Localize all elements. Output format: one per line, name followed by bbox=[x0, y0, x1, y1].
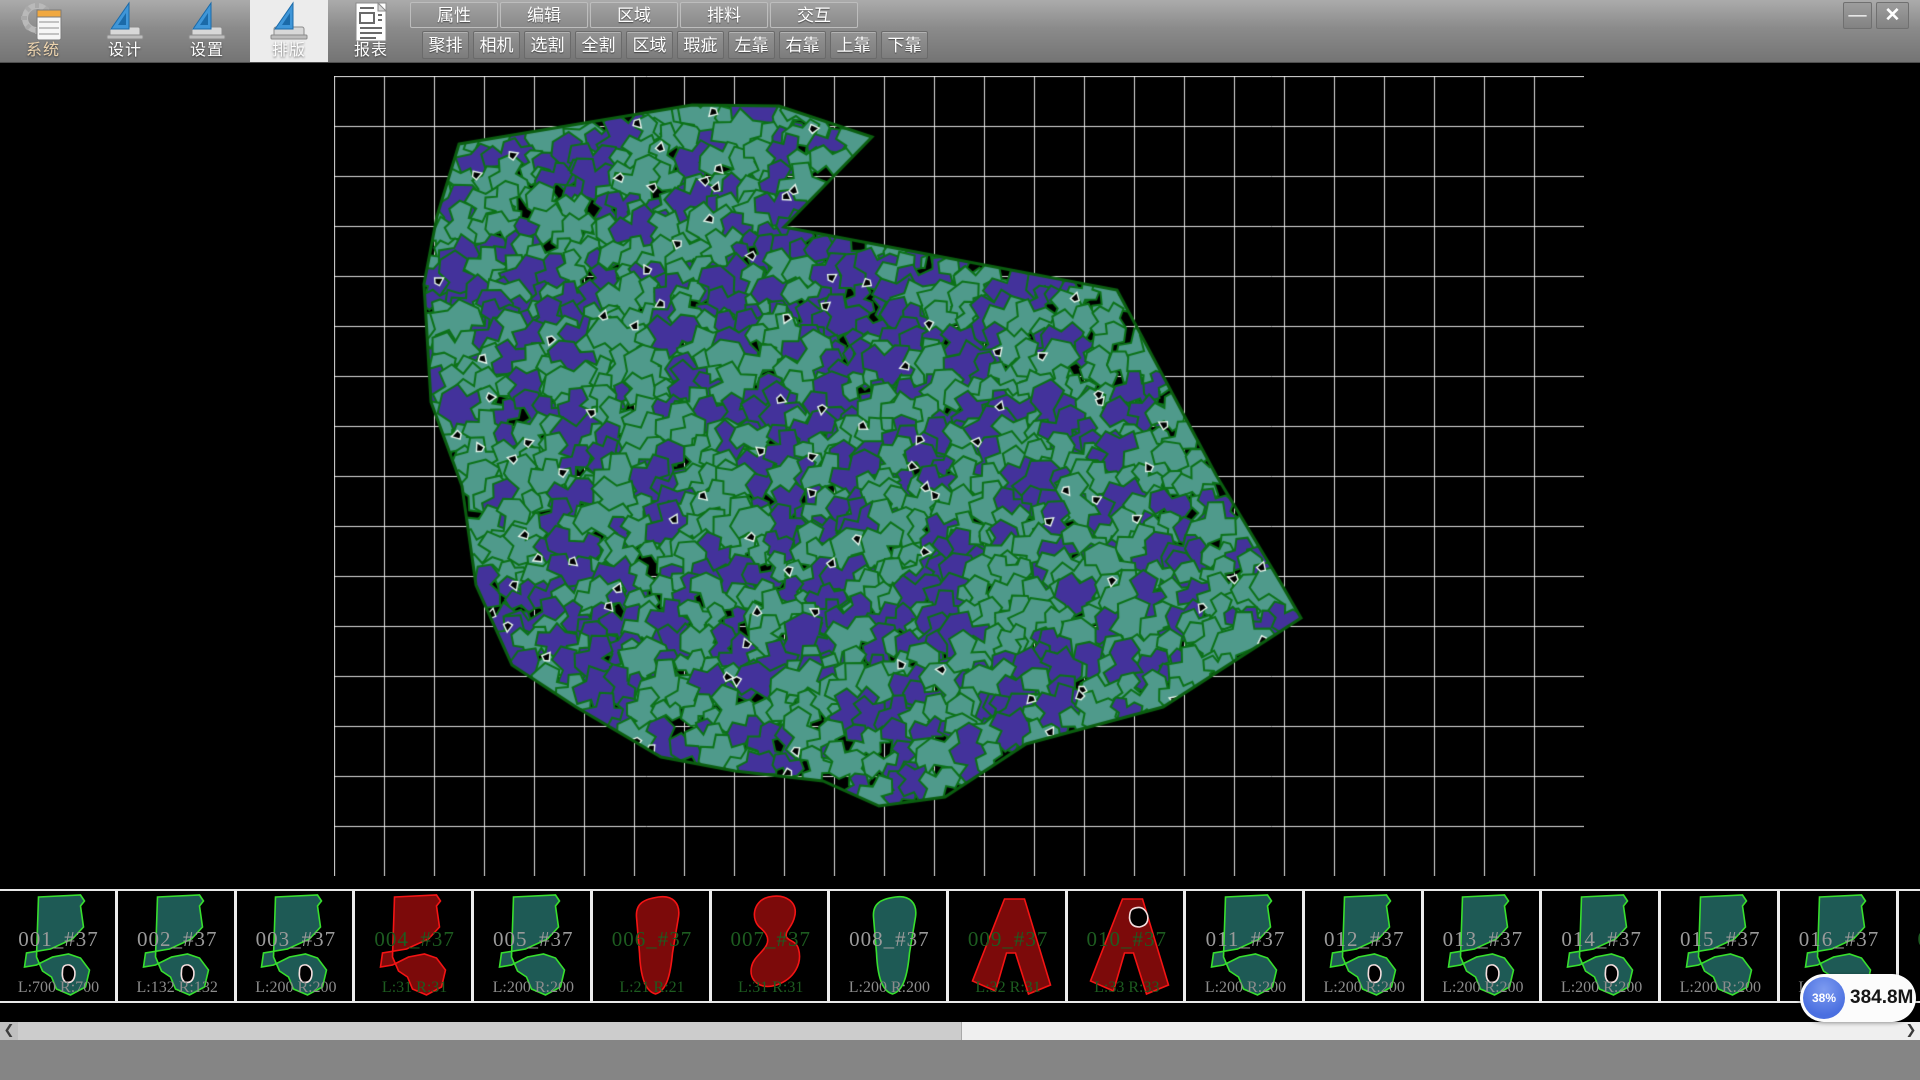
scroll-left-arrow-icon[interactable]: ❮ bbox=[0, 1022, 18, 1040]
menu-tab-bar: 属性编辑区域排料交互 bbox=[410, 2, 860, 30]
menu-tab-interact[interactable]: 交互 bbox=[770, 2, 858, 28]
piece-label: 009_#37 bbox=[952, 927, 1065, 952]
piece-lr-count: L:31 R:31 bbox=[714, 979, 827, 997]
piece-lr-count: L:32 R:31 bbox=[952, 979, 1065, 997]
report-button-label: 报表 bbox=[332, 36, 410, 60]
piece-lr-count: L:200 R:200 bbox=[477, 979, 590, 997]
piece-lr-count: L:200 R:200 bbox=[1308, 979, 1421, 997]
design-button-label: 设计 bbox=[86, 36, 164, 60]
menu-tab-edit[interactable]: 编辑 bbox=[500, 2, 588, 28]
piece-lr-count: L:200 R:200 bbox=[833, 979, 946, 997]
piece-thumbnail-002_#37[interactable]: 002_#37 L:132 R:132 bbox=[121, 891, 237, 1001]
piece-thumbnail-005_#37[interactable]: 005_#37 L:200 R:200 bbox=[477, 891, 593, 1001]
action-button-select-cut[interactable]: 选割 bbox=[524, 31, 571, 59]
application-window: 系统设计设置排版报表 属性编辑区域排料交互 聚排相机选割全割区域瑕疵左靠右靠上靠… bbox=[0, 0, 1920, 1080]
piece-thumbnail-003_#37[interactable]: 003_#37 L:200 R:200 bbox=[239, 891, 355, 1001]
piece-thumbnail-001_#37[interactable]: 001_#37 L:700 R:700 bbox=[2, 891, 118, 1001]
action-button-region[interactable]: 区域 bbox=[626, 31, 673, 59]
piece-label: 008_#37 bbox=[833, 927, 946, 952]
piece-label: 010_#37 bbox=[1070, 927, 1183, 952]
piece-thumbnail-011_#37[interactable]: 011_#37 L:200 R:200 bbox=[1189, 891, 1305, 1001]
piece-thumbnail-014_#37[interactable]: 014_#37 L:200 R:200 bbox=[1545, 891, 1661, 1001]
settings-button-label: 设置 bbox=[168, 36, 246, 60]
piece-label: 001_#37 bbox=[2, 927, 115, 952]
bottom-bar bbox=[0, 1040, 1920, 1080]
piece-thumbnail-007_#37[interactable]: 007_#37 L:31 R:31 bbox=[714, 891, 830, 1001]
piece-thumbnail-010_#37[interactable]: 010_#37 L:33 R:33 bbox=[1070, 891, 1186, 1001]
piece-lr-count: L:200 R:200 bbox=[1426, 979, 1539, 997]
piece-label: 011_#37 bbox=[1189, 927, 1302, 952]
action-button-align-left[interactable]: 左靠 bbox=[728, 31, 775, 59]
piece-thumbnail-008_#37[interactable]: 008_#37 L:200 R:200 bbox=[833, 891, 949, 1001]
layout-button[interactable]: 排版 bbox=[250, 0, 328, 62]
system-button[interactable]: 系统 bbox=[4, 0, 82, 62]
action-button-align-bottom[interactable]: 下靠 bbox=[881, 31, 928, 59]
piece-lr-count: L:132 R:132 bbox=[121, 979, 234, 997]
piece-label: 017_#37 bbox=[1901, 927, 1920, 952]
piece-lr-count: L:200 R:200 bbox=[1189, 979, 1302, 997]
piece-label: 016_#37 bbox=[1783, 927, 1896, 952]
piece-lr-count: L:33 R:33 bbox=[1070, 979, 1183, 997]
piece-label: 012_#37 bbox=[1308, 927, 1421, 952]
piece-label: 015_#37 bbox=[1664, 927, 1777, 952]
piece-label: 005_#37 bbox=[477, 927, 590, 952]
action-button-camera[interactable]: 相机 bbox=[473, 31, 520, 59]
piece-label: 007_#37 bbox=[714, 927, 827, 952]
design-button[interactable]: 设计 bbox=[86, 0, 164, 62]
close-button[interactable]: ✕ bbox=[1876, 2, 1909, 29]
piece-thumbnail-strip: 001_#37 L:700 R:700 002_#37 L:132 R:132 003_… bbox=[0, 889, 1920, 1003]
action-button-align-right[interactable]: 右靠 bbox=[779, 31, 826, 59]
action-button-defect[interactable]: 瑕疵 bbox=[677, 31, 724, 59]
piece-label: 006_#37 bbox=[596, 927, 709, 952]
piece-label: 004_#37 bbox=[358, 927, 471, 952]
settings-button[interactable]: 设置 bbox=[168, 0, 246, 62]
action-button-align-top[interactable]: 上靠 bbox=[830, 31, 877, 59]
piece-lr-count: L:21 R:21 bbox=[596, 979, 709, 997]
piece-label: 014_#37 bbox=[1545, 927, 1658, 952]
minimize-button[interactable]: — bbox=[1843, 2, 1872, 29]
menu-tab-region[interactable]: 区域 bbox=[590, 2, 678, 28]
piece-label: 002_#37 bbox=[121, 927, 234, 952]
scroll-right-arrow-icon[interactable]: ❯ bbox=[1902, 1022, 1920, 1040]
menu-tab-properties[interactable]: 属性 bbox=[410, 2, 498, 28]
piece-lr-count: L:200 R:200 bbox=[1664, 979, 1777, 997]
action-button-cut-all[interactable]: 全割 bbox=[575, 31, 622, 59]
action-button-cluster-nest[interactable]: 聚排 bbox=[422, 31, 469, 59]
piece-lr-count: L:200 R:200 bbox=[1545, 979, 1658, 997]
piece-label: 003_#37 bbox=[239, 927, 352, 952]
horizontal-scrollbar[interactable]: ❮ ❯ bbox=[0, 1022, 1920, 1040]
piece-lr-count: L:700 R:700 bbox=[2, 979, 115, 997]
layout-button-label: 排版 bbox=[250, 36, 328, 60]
piece-label: 013_#37 bbox=[1426, 927, 1539, 952]
piece-lr-count: L:200 R:200 bbox=[239, 979, 352, 997]
progress-percent-badge: 38% bbox=[1803, 977, 1845, 1019]
piece-thumbnail-004_#37[interactable]: 004_#37 L:31 R:31 bbox=[358, 891, 474, 1001]
toolbar: 系统设计设置排版报表 属性编辑区域排料交互 聚排相机选割全割区域瑕疵左靠右靠上靠… bbox=[0, 0, 1920, 63]
piece-thumbnail-012_#37[interactable]: 012_#37 L:200 R:200 bbox=[1308, 891, 1424, 1001]
scrollbar-thumb[interactable] bbox=[18, 1022, 962, 1040]
piece-thumbnail-015_#37[interactable]: 015_#37 L:200 R:200 bbox=[1664, 891, 1780, 1001]
menu-tab-nesting[interactable]: 排料 bbox=[680, 2, 768, 28]
status-pill: 38% 384.8M bbox=[1800, 974, 1916, 1022]
piece-thumbnail-006_#37[interactable]: 006_#37 L:21 R:21 bbox=[596, 891, 712, 1001]
piece-thumbnail-009_#37[interactable]: 009_#37 L:32 R:31 bbox=[952, 891, 1068, 1001]
system-button-label: 系统 bbox=[4, 36, 82, 60]
report-button[interactable]: 报表 bbox=[332, 0, 410, 62]
piece-thumbnail-013_#37[interactable]: 013_#37 L:200 R:200 bbox=[1426, 891, 1542, 1001]
memory-usage-label: 384.8M bbox=[1850, 974, 1913, 1022]
piece-lr-count: L:31 R:31 bbox=[358, 979, 471, 997]
action-button-bar: 聚排相机选割全割区域瑕疵左靠右靠上靠下靠 bbox=[422, 31, 932, 59]
nesting-canvas[interactable] bbox=[334, 76, 1584, 876]
